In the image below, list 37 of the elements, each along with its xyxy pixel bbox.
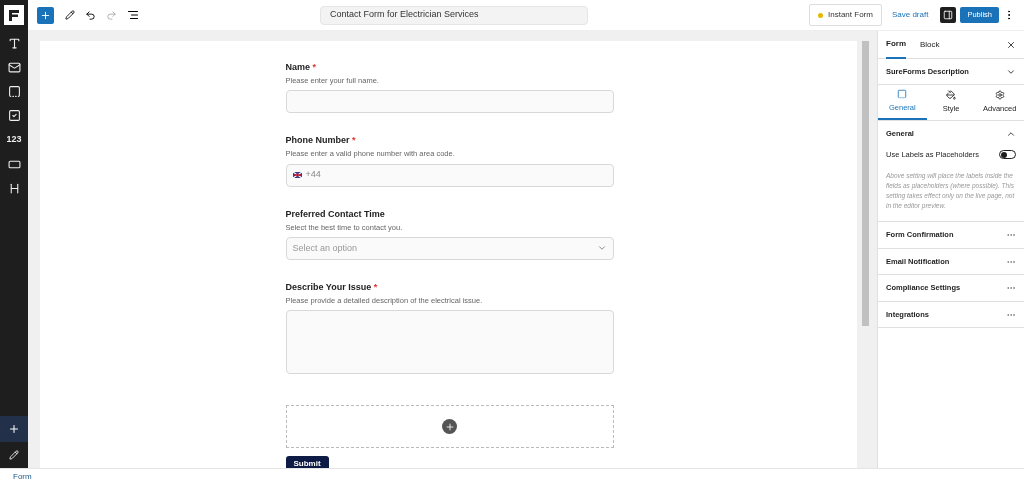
chevron-up-icon bbox=[1006, 129, 1016, 139]
field-label: Preferred Contact Time bbox=[285, 207, 386, 220]
layout-icon bbox=[897, 89, 908, 100]
plus-icon bbox=[40, 9, 51, 21]
close-icon[interactable] bbox=[1006, 39, 1016, 50]
gear-icon bbox=[994, 90, 1005, 101]
text-input-field[interactable] bbox=[285, 90, 614, 114]
panel-tab[interactable]: Block bbox=[920, 30, 940, 59]
submit-button[interactable]: Submit bbox=[285, 456, 329, 468]
flag-icon bbox=[292, 172, 302, 178]
number-block-icon[interactable]: 123 bbox=[6, 133, 22, 147]
pencil-icon bbox=[9, 450, 19, 460]
sidebar-toggle-button[interactable] bbox=[940, 7, 957, 23]
block-icon[interactable] bbox=[7, 61, 21, 74]
add-button[interactable] bbox=[37, 6, 54, 24]
field-label: Name * bbox=[285, 61, 318, 73]
phone-value: +44 bbox=[305, 168, 321, 182]
field-label: Phone Number * bbox=[285, 134, 357, 147]
pencil-icon[interactable] bbox=[65, 10, 75, 20]
undo-icon[interactable] bbox=[85, 9, 96, 21]
logo-icon bbox=[4, 5, 24, 25]
outline-icon[interactable] bbox=[127, 9, 139, 21]
phone-input-field[interactable]: +44 bbox=[285, 163, 614, 187]
instant-form-button[interactable]: Instant Form bbox=[809, 4, 882, 26]
document-title-field[interactable]: Contact Form for Electrician Services bbox=[320, 5, 588, 25]
block-icon[interactable] bbox=[7, 85, 21, 98]
breadcrumb-link[interactable]: Form bbox=[13, 470, 32, 483]
save-draft-button[interactable]: Save draft bbox=[891, 9, 929, 21]
block-icon[interactable] bbox=[7, 37, 21, 50]
panel-tab[interactable]: Form bbox=[886, 30, 906, 59]
paint-bucket-icon bbox=[946, 90, 956, 101]
toggle-switch[interactable] bbox=[999, 150, 1016, 160]
field-label: Describe Your Issue * bbox=[285, 280, 379, 293]
add-block-button[interactable] bbox=[0, 416, 28, 442]
textarea-field[interactable] bbox=[285, 310, 614, 374]
plus-icon bbox=[8, 423, 20, 435]
block-icon[interactable] bbox=[7, 109, 21, 122]
